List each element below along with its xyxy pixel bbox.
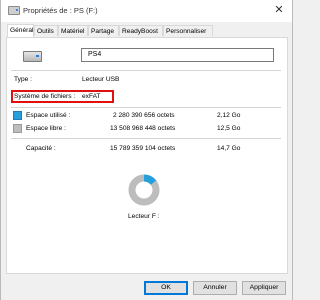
tab-sharing[interactable]: Partage [88, 25, 119, 36]
properties-window: Propriétés de : PS (F:) ✕ Général Outils… [0, 0, 293, 300]
free-space-swatch [13, 124, 22, 133]
used-space-swatch [13, 111, 22, 120]
drive-letter-label: Lecteur F : [128, 213, 160, 220]
used-space-bytes: 2 280 390 656 octets [113, 112, 175, 119]
separator [11, 138, 281, 139]
tab-readyboost[interactable]: ReadyBoost [119, 25, 163, 36]
separator [11, 70, 281, 71]
apply-button[interactable]: Appliquer [242, 281, 286, 295]
tab-general[interactable]: Général [7, 24, 34, 37]
cancel-button[interactable]: Annuler [193, 281, 237, 295]
disk-usage-donut [128, 174, 160, 206]
free-space-label: Espace libre : [26, 125, 66, 132]
window-title: Propriétés de : PS (F:) [23, 6, 98, 15]
capacity-bytes: 15 789 359 104 octets [110, 145, 176, 152]
free-space-size: 12,5 Go [217, 125, 241, 132]
capacity-size: 14,7 Go [217, 145, 241, 152]
close-button[interactable]: ✕ [266, 0, 292, 20]
tab-hardware[interactable]: Matériel [58, 25, 88, 36]
used-space-label: Espace utilisé : [26, 112, 71, 119]
free-space-bytes: 13 508 968 448 octets [110, 125, 176, 132]
usb-drive-icon [23, 51, 42, 62]
type-label: Type : [14, 76, 32, 83]
title-bar: Propriétés de : PS (F:) ✕ [1, 0, 292, 22]
ok-button[interactable]: OK [144, 281, 188, 295]
drive-title-icon [8, 6, 20, 15]
filesystem-label: Système de fichiers : [14, 93, 76, 100]
separator [11, 107, 281, 108]
drive-name-input[interactable]: PS4 [81, 48, 274, 62]
used-space-size: 2,12 Go [217, 112, 241, 119]
dialog-buttons: OK Annuler Appliquer [1, 278, 294, 298]
capacity-label: Capacité : [26, 145, 56, 152]
tab-customize[interactable]: Personnaliser [163, 25, 213, 36]
filesystem-value: exFAT [82, 93, 101, 100]
tab-tools[interactable]: Outils [34, 25, 58, 36]
general-panel: PS4 Type : Lecteur USB Système de fichie… [6, 37, 288, 274]
type-value: Lecteur USB [82, 76, 120, 83]
